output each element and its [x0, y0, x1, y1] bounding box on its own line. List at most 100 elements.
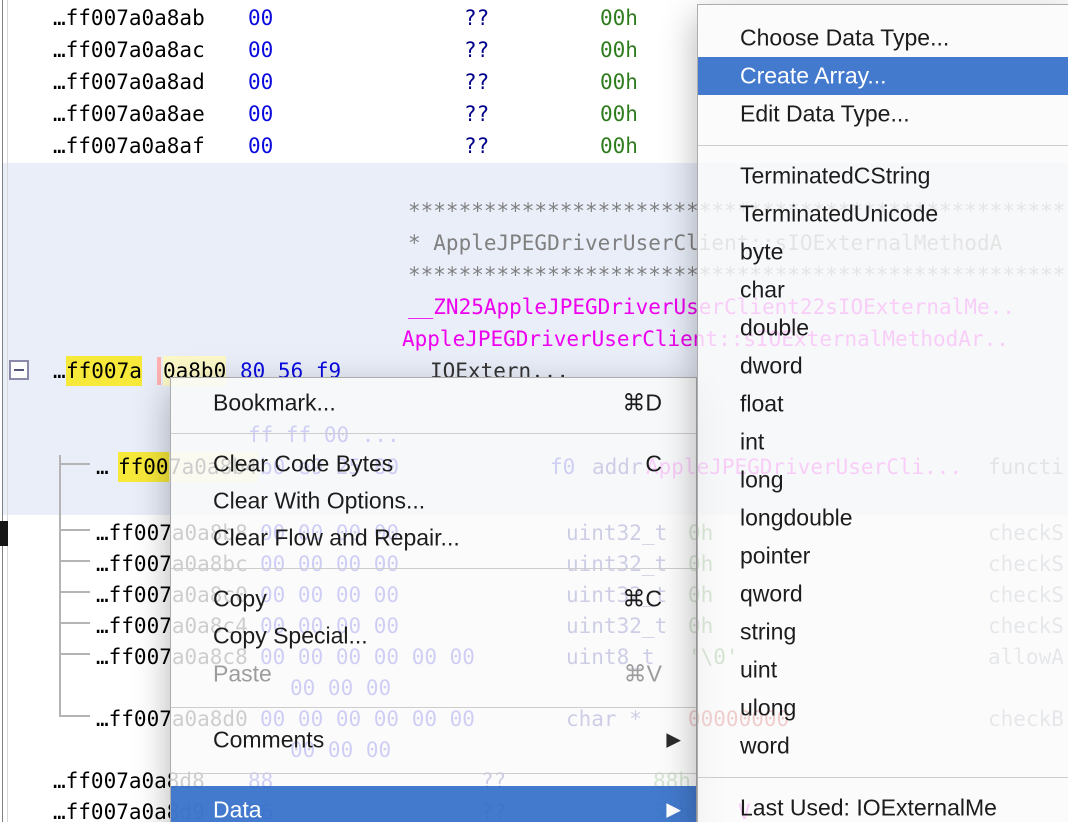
menu-item-label: long — [740, 467, 783, 494]
listing-cell-byte: 00 — [248, 67, 273, 97]
data-submenu-item-long[interactable]: long — [698, 461, 1068, 499]
menu-item-label: Clear Flow and Repair... — [213, 524, 460, 551]
listing-cell-mnem: ?? — [464, 3, 489, 33]
data-submenu-item-string[interactable]: string — [698, 613, 1068, 651]
data-submenu-item-dword[interactable]: dword — [698, 347, 1068, 385]
context-menu-separator — [171, 694, 696, 720]
data-submenu-item-qword[interactable]: qword — [698, 575, 1068, 613]
context-menu: Bookmark...⌘D Clear Code Bytes C Clear With… — [170, 377, 697, 822]
menu-item-label: Clear With Options... — [213, 487, 425, 514]
context-menu-item-copy-special[interactable]: Copy Special... — [171, 617, 696, 654]
context-menu-item-paste[interactable]: Paste ⌘V — [171, 654, 696, 694]
listing-cell-val: 00h — [600, 35, 638, 65]
context-menu-item-clear-with-options[interactable]: Clear With Options... — [171, 482, 696, 519]
data-submenu-item-word[interactable]: word — [698, 727, 1068, 765]
menu-item-label: Last Used: IOExternalMe — [740, 795, 997, 822]
context-menu-item-comments[interactable]: Comments ▶ — [171, 720, 696, 760]
data-submenu-item-byte[interactable]: byte — [698, 233, 1068, 271]
listing-cell-addr: …ff007a0a8ab — [53, 3, 205, 33]
listing-cell-val: 00h — [600, 67, 638, 97]
data-submenu-separator — [698, 765, 1068, 789]
collapse-toggle-icon[interactable] — [9, 360, 29, 380]
menu-item-shortcut: ⌘V — [624, 661, 662, 688]
menu-item-label: TerminatedUnicode — [740, 201, 938, 228]
data-submenu-item-terminatedcstring[interactable]: TerminatedCString — [698, 157, 1068, 195]
menu-item-shortcut: C — [645, 450, 662, 477]
separator-line — [698, 777, 1068, 778]
separator-line — [171, 707, 696, 708]
separator-line — [171, 433, 696, 434]
menu-item-label: string — [740, 619, 796, 646]
context-menu-item-bookmark[interactable]: Bookmark...⌘D — [171, 384, 696, 421]
data-submenu-item-float[interactable]: float — [698, 385, 1068, 423]
menu-item-label: Comments — [213, 727, 324, 754]
listing-cell-addr: ff007a — [66, 356, 142, 386]
listing-cell-addr: …ff007a0a8ae — [53, 99, 205, 129]
ghidra-listing-screen: …ff007a0a8ab00??00h…ff007a0a8ac00??00h…f… — [0, 0, 1068, 822]
data-submenu-item-pointer[interactable]: pointer — [698, 537, 1068, 575]
menu-item-label: uint — [740, 657, 777, 684]
listing-cell-byte: 00 — [248, 99, 273, 129]
context-menu-separator — [171, 421, 696, 445]
listing-cell-mnem: ?? — [464, 35, 489, 65]
submenu-arrow-icon: ▶ — [666, 798, 681, 821]
separator-line — [171, 568, 696, 569]
menu-item-label: char — [740, 277, 785, 304]
menu-item-label: Choose Data Type... — [740, 25, 949, 52]
listing-cell-byte: 00 — [248, 131, 273, 161]
menu-item-label: Copy Special... — [213, 622, 368, 649]
data-submenu-item-terminatedunicode[interactable]: TerminatedUnicode — [698, 195, 1068, 233]
listing-cell-mnem: ?? — [464, 99, 489, 129]
menu-item-label: longdouble — [740, 505, 853, 532]
listing-cell-val: 00h — [600, 131, 638, 161]
menu-item-label: double — [740, 315, 809, 342]
menu-item-label: Clear Code Bytes — [213, 450, 393, 477]
listing-cell-byte: 00 — [248, 35, 273, 65]
data-submenu-item-create-array[interactable]: Create Array... — [698, 57, 1068, 95]
menu-item-label: TerminatedCString — [740, 163, 930, 190]
data-submenu-item-int[interactable]: int — [698, 423, 1068, 461]
listing-cell-addr: … — [53, 356, 66, 386]
data-submenu-item-choose-data-type[interactable]: Choose Data Type... — [698, 19, 1068, 57]
data-submenu-item-longdouble[interactable]: longdouble — [698, 499, 1068, 537]
listing-cell-addr: …ff007a0a8af — [53, 131, 205, 161]
context-menu-item-clear-code-bytes[interactable]: Clear Code Bytes C — [171, 445, 696, 482]
data-submenu-item-char[interactable]: char — [698, 271, 1068, 309]
menu-item-label: ulong — [740, 695, 796, 722]
menu-item-label: qword — [740, 581, 803, 608]
listing-cell-val: 00h — [600, 3, 638, 33]
context-menu-item-copy[interactable]: Copy ⌘C — [171, 580, 696, 617]
listing-cell-val: 00h — [600, 99, 638, 129]
menu-item-label: dword — [740, 353, 803, 380]
listing-cell-addr: … — [96, 452, 109, 482]
separator-line — [698, 145, 1068, 146]
submenu-arrow-icon: ▶ — [666, 729, 681, 752]
menu-item-shortcut: ⌘D — [622, 389, 662, 416]
menu-item-label: pointer — [740, 543, 810, 570]
menu-item-shortcut: ⌘C — [622, 585, 662, 612]
data-submenu-item-edit-data-type[interactable]: Edit Data Type... — [698, 95, 1068, 133]
minus-glyph — [14, 369, 24, 371]
menu-item-label: Copy — [213, 585, 267, 612]
menu-item-label: int — [740, 429, 764, 456]
menu-item-label: Paste — [213, 661, 272, 688]
data-submenu-separator — [698, 133, 1068, 157]
data-submenu-item-uint[interactable]: uint — [698, 651, 1068, 689]
separator-line — [171, 773, 696, 774]
data-submenu-item-last-used-ioexternalme[interactable]: Last Used: IOExternalMe — [698, 789, 1068, 822]
listing-cell-mnem: ?? — [464, 131, 489, 161]
listing-cell-mnem: ?? — [464, 67, 489, 97]
menu-item-label: word — [740, 733, 790, 760]
data-submenu-item-ulong[interactable]: ulong — [698, 689, 1068, 727]
listing-cell-addr: …ff007a0a8ac — [53, 35, 205, 65]
context-menu-item-data[interactable]: Data ▶ — [171, 786, 696, 822]
listing-cell-addr: …ff007a0a8ad — [53, 67, 205, 97]
scroll-marker — [0, 521, 8, 546]
menu-item-label: byte — [740, 239, 783, 266]
listing-cell-addr: ff00 — [118, 452, 169, 482]
data-submenu-item-double[interactable]: double — [698, 309, 1068, 347]
listing-cell-byte: 00 — [248, 3, 273, 33]
menu-item-label: Data — [213, 796, 262, 822]
context-menu-item-clear-flow-and-repair[interactable]: Clear Flow and Repair... — [171, 519, 696, 556]
context-menu-separator — [171, 760, 696, 786]
